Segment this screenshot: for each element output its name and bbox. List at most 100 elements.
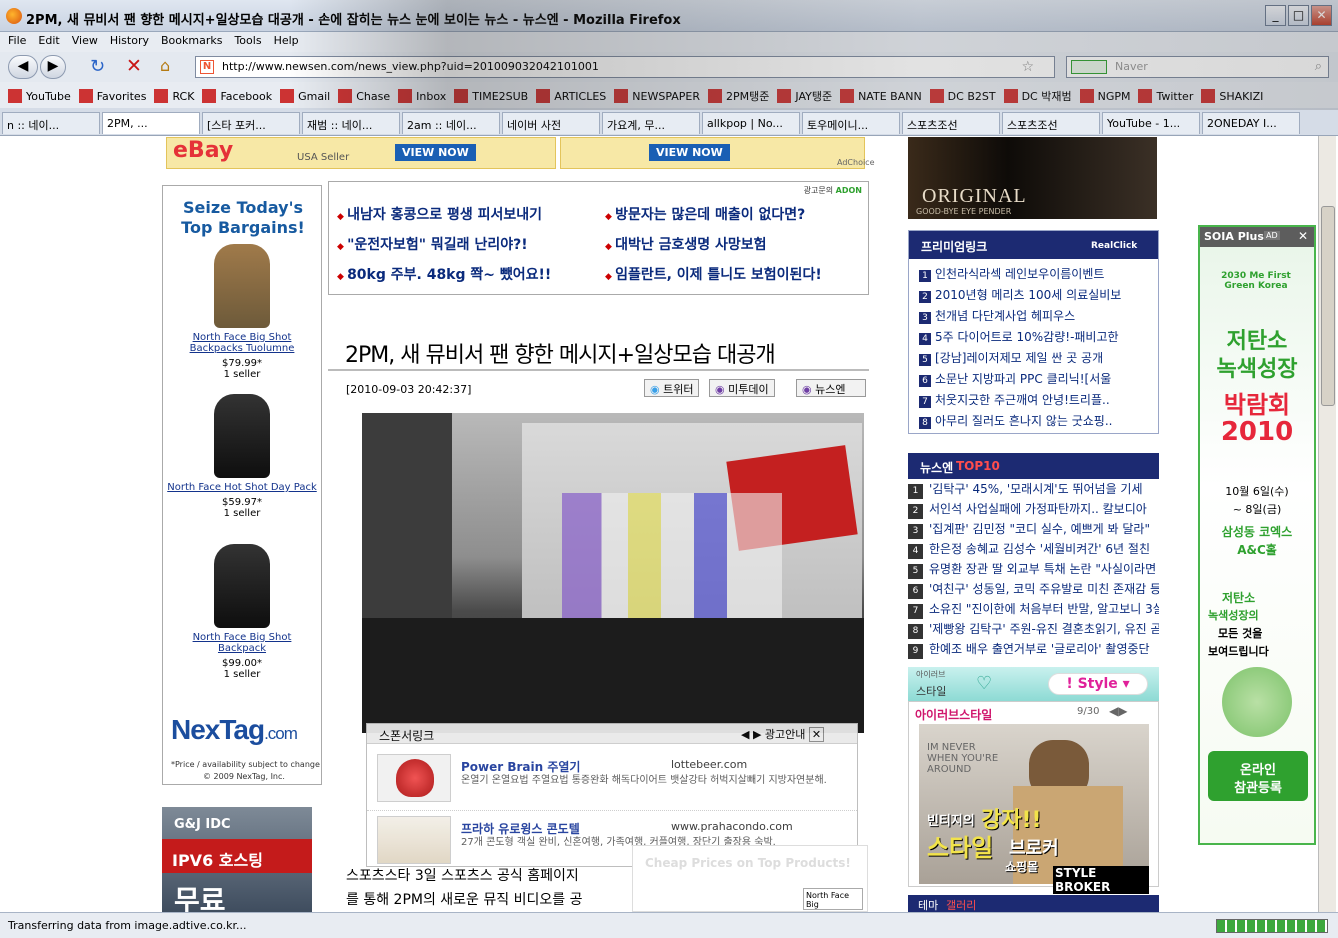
- soia-register-button[interactable]: 온라인 참관등록: [1208, 751, 1308, 801]
- nextag-product-link[interactable]: North Face Hot Shot Day Pack: [167, 482, 317, 493]
- top10-item[interactable]: 1 '김탁구' 45%, '모래시계'도 뛰어넘을 기세: [908, 480, 1159, 499]
- ebay-ad-2[interactable]: VIEW NOW AdChoice: [560, 137, 875, 169]
- sponsor-item-1-url[interactable]: lottebeer.com: [671, 758, 747, 771]
- menu-view[interactable]: View: [72, 34, 98, 47]
- browser-tab[interactable]: YouTube - 1...: [1102, 112, 1200, 134]
- bookmark-item[interactable]: Favorites: [78, 89, 146, 103]
- browser-tab[interactable]: allkpop | No...: [702, 112, 800, 134]
- browser-tab[interactable]: 2PM, ...: [102, 112, 200, 134]
- bookmark-item[interactable]: DC B2ST: [929, 89, 996, 103]
- browser-tab[interactable]: [스타 포커...: [202, 112, 300, 134]
- cosmetic-ad[interactable]: ORIGINAL GOOD-BYE EYE PENDER: [908, 137, 1157, 219]
- cheap-north-label[interactable]: North Face Big: [803, 888, 863, 910]
- search-icon[interactable]: ⌕: [1315, 57, 1322, 77]
- premium-link-item[interactable]: 4 5주 다이어트로 10%감량!-패비고한: [919, 328, 1155, 345]
- bookmark-item[interactable]: NATE BANN: [840, 89, 922, 103]
- idc-ad[interactable]: G&J IDC IPV6 호스팅 무료: [162, 807, 312, 912]
- share-newsen-button[interactable]: ◉ 뉴스엔: [796, 379, 866, 397]
- bookmark-item[interactable]: Chase: [338, 89, 390, 103]
- bookmark-item[interactable]: ARTICLES: [536, 89, 606, 103]
- article-photo[interactable]: [362, 413, 864, 733]
- bookmark-item[interactable]: RCK: [154, 89, 194, 103]
- top10-item[interactable]: 5 유명환 장관 딸 외교부 특채 논란 "사실이라면: [908, 560, 1159, 579]
- sponsor-guide[interactable]: 광고안내: [765, 728, 805, 741]
- bookmark-item[interactable]: SHAKIZI: [1201, 89, 1263, 103]
- bookmark-item[interactable]: Facebook: [202, 89, 272, 103]
- browser-tab[interactable]: 토우메이니...: [802, 112, 900, 134]
- bookmark-star-icon[interactable]: ☆: [1021, 57, 1034, 77]
- soia-close-icon[interactable]: ✕: [1298, 229, 1308, 243]
- sponsor-close-icon[interactable]: ✕: [808, 727, 825, 742]
- sponsor-item-2-url[interactable]: www.prahacondo.com: [671, 820, 793, 833]
- forward-button[interactable]: ▶: [40, 55, 66, 79]
- scroll-thumb[interactable]: [1321, 206, 1335, 406]
- soia-ad[interactable]: SOIA Plus AD ✕ 2030 Me First Green Korea…: [1198, 225, 1316, 845]
- sponsor-item-2-name[interactable]: 프라하 유로윙스 콘도텔: [461, 820, 580, 837]
- bookmark-item[interactable]: JAY탱준: [777, 88, 832, 104]
- maximize-button[interactable]: □: [1288, 5, 1309, 26]
- vertical-scrollbar[interactable]: [1318, 136, 1336, 912]
- cheap-prices-ad[interactable]: Cheap Prices on Top Products! North Face…: [632, 845, 868, 912]
- browser-tab[interactable]: 2ONEDAY I...: [1202, 112, 1300, 134]
- minimize-button[interactable]: _: [1265, 5, 1286, 26]
- browser-tab[interactable]: 2am :: 네이...: [402, 112, 500, 134]
- nextag-product[interactable]: North Face Big Shot Backpacks Tuolumne $7…: [167, 244, 317, 380]
- nextag-product[interactable]: North Face Big Shot Backpack $99.00* 1 sel…: [167, 544, 317, 680]
- share-me2day-button[interactable]: ◉ 미투데이: [709, 379, 775, 397]
- ad-inquiry-label[interactable]: 광고문의: [804, 186, 833, 195]
- bookmark-item[interactable]: YouTube: [8, 89, 71, 103]
- nextag-logo[interactable]: NexTag.com: [171, 714, 298, 746]
- bookmark-item[interactable]: NGPM: [1079, 89, 1130, 103]
- style-brand[interactable]: 아이러브스타일: [915, 706, 992, 723]
- close-button[interactable]: ✕: [1311, 5, 1332, 26]
- menu-history[interactable]: History: [110, 34, 149, 47]
- sponsor-thumb-2[interactable]: [377, 816, 451, 864]
- browser-tab[interactable]: 재범 :: 네이...: [302, 112, 400, 134]
- top10-item[interactable]: 4 한은정 송혜교 김성수 '세월비켜간' 6년 절친: [908, 540, 1159, 559]
- nextag-product-link[interactable]: North Face Big Shot Backpack: [193, 632, 292, 654]
- ebay-view-now-button[interactable]: VIEW NOW: [395, 144, 476, 161]
- ebay-view-now-button-2[interactable]: VIEW NOW: [649, 144, 730, 161]
- ad-link-item[interactable]: 내남자 홍콩으로 평생 피서보내기: [337, 204, 542, 224]
- top10-item[interactable]: 6 '여친구' 성동일, 코믹 주유발로 미친 존재감 등: [908, 580, 1159, 599]
- style-pill[interactable]: ! Style ▾: [1048, 673, 1148, 695]
- ad-link-item[interactable]: 대박난 금호생명 사망보험: [605, 234, 766, 254]
- menu-edit[interactable]: Edit: [38, 34, 59, 47]
- top10-item[interactable]: 3 '집계판' 김민정 "코디 실수, 예쁘게 봐 달라": [908, 520, 1159, 539]
- premium-link-item[interactable]: 7 처웃지긋한 주근깨여 안녕!트리플..: [919, 391, 1155, 408]
- bookmark-item[interactable]: NEWSPAPER: [614, 89, 700, 103]
- bookmark-item[interactable]: Inbox: [398, 89, 446, 103]
- menu-bookmarks[interactable]: Bookmarks: [161, 34, 222, 47]
- home-icon[interactable]: ⌂: [160, 56, 170, 75]
- adchoice-label[interactable]: AdChoice: [837, 158, 875, 167]
- ebay-ad[interactable]: eBay USA Seller VIEW NOW: [166, 137, 556, 169]
- premium-link-item[interactable]: 6 소문난 지방파괴 PPC 클리닉![서울: [919, 370, 1155, 387]
- backpack-image[interactable]: [214, 394, 270, 478]
- style-nav-icons[interactable]: ◀▶: [1109, 704, 1127, 718]
- reload-icon[interactable]: ↻: [90, 56, 105, 77]
- share-twitter-button[interactable]: ◉ 트위터: [644, 379, 700, 397]
- back-button[interactable]: ◀: [8, 55, 38, 79]
- bookmark-item[interactable]: Twitter: [1138, 89, 1193, 103]
- menu-file[interactable]: File: [8, 34, 26, 47]
- top10-item[interactable]: 8 '제빵왕 김탁구' 주원-유진 결혼초읽기, 유진 곧: [908, 620, 1159, 639]
- sponsor-thumb-1[interactable]: [377, 754, 451, 802]
- premium-link-item[interactable]: 1 인천라식라섹 레인보우이름이벤트: [919, 265, 1155, 282]
- browser-tab[interactable]: 스포츠조선: [902, 112, 1000, 134]
- browser-tab[interactable]: 스포츠조선: [1002, 112, 1100, 134]
- ad-link-item[interactable]: "운전자보험" 뭐길래 난리야?!: [337, 234, 528, 254]
- ad-link-item[interactable]: 임플란트, 이제 틀니도 보험이된다!: [605, 264, 822, 284]
- bookmark-item[interactable]: DC 박재범: [1003, 88, 1072, 104]
- bookmark-item[interactable]: 2PM탱준: [708, 88, 769, 104]
- bookmark-item[interactable]: TIME2SUB: [454, 89, 528, 103]
- search-box[interactable]: Naver ⌕: [1066, 56, 1329, 78]
- nextag-product[interactable]: North Face Hot Shot Day Pack $59.97* 1 sel…: [167, 394, 317, 519]
- backpack-image[interactable]: [214, 544, 270, 628]
- premium-link-item[interactable]: 2 2010년형 메리츠 100세 의료실비보: [919, 286, 1155, 303]
- premium-link-item[interactable]: 5 [강남]레이저제모 제일 싼 곳 공개: [919, 349, 1155, 366]
- url-bar[interactable]: N http://www.newsen.com/news_view.php?ui…: [195, 56, 1055, 78]
- ad-link-item[interactable]: 80kg 주부. 48kg 쫙~ 뺐어요!!: [337, 264, 551, 284]
- sponsor-item-1-name[interactable]: Power Brain 주열기: [461, 758, 580, 775]
- browser-tab[interactable]: 가요계, 무...: [602, 112, 700, 134]
- top10-item[interactable]: 9 한예조 배우 출연거부로 '글로리아' 촬영중단: [908, 640, 1159, 659]
